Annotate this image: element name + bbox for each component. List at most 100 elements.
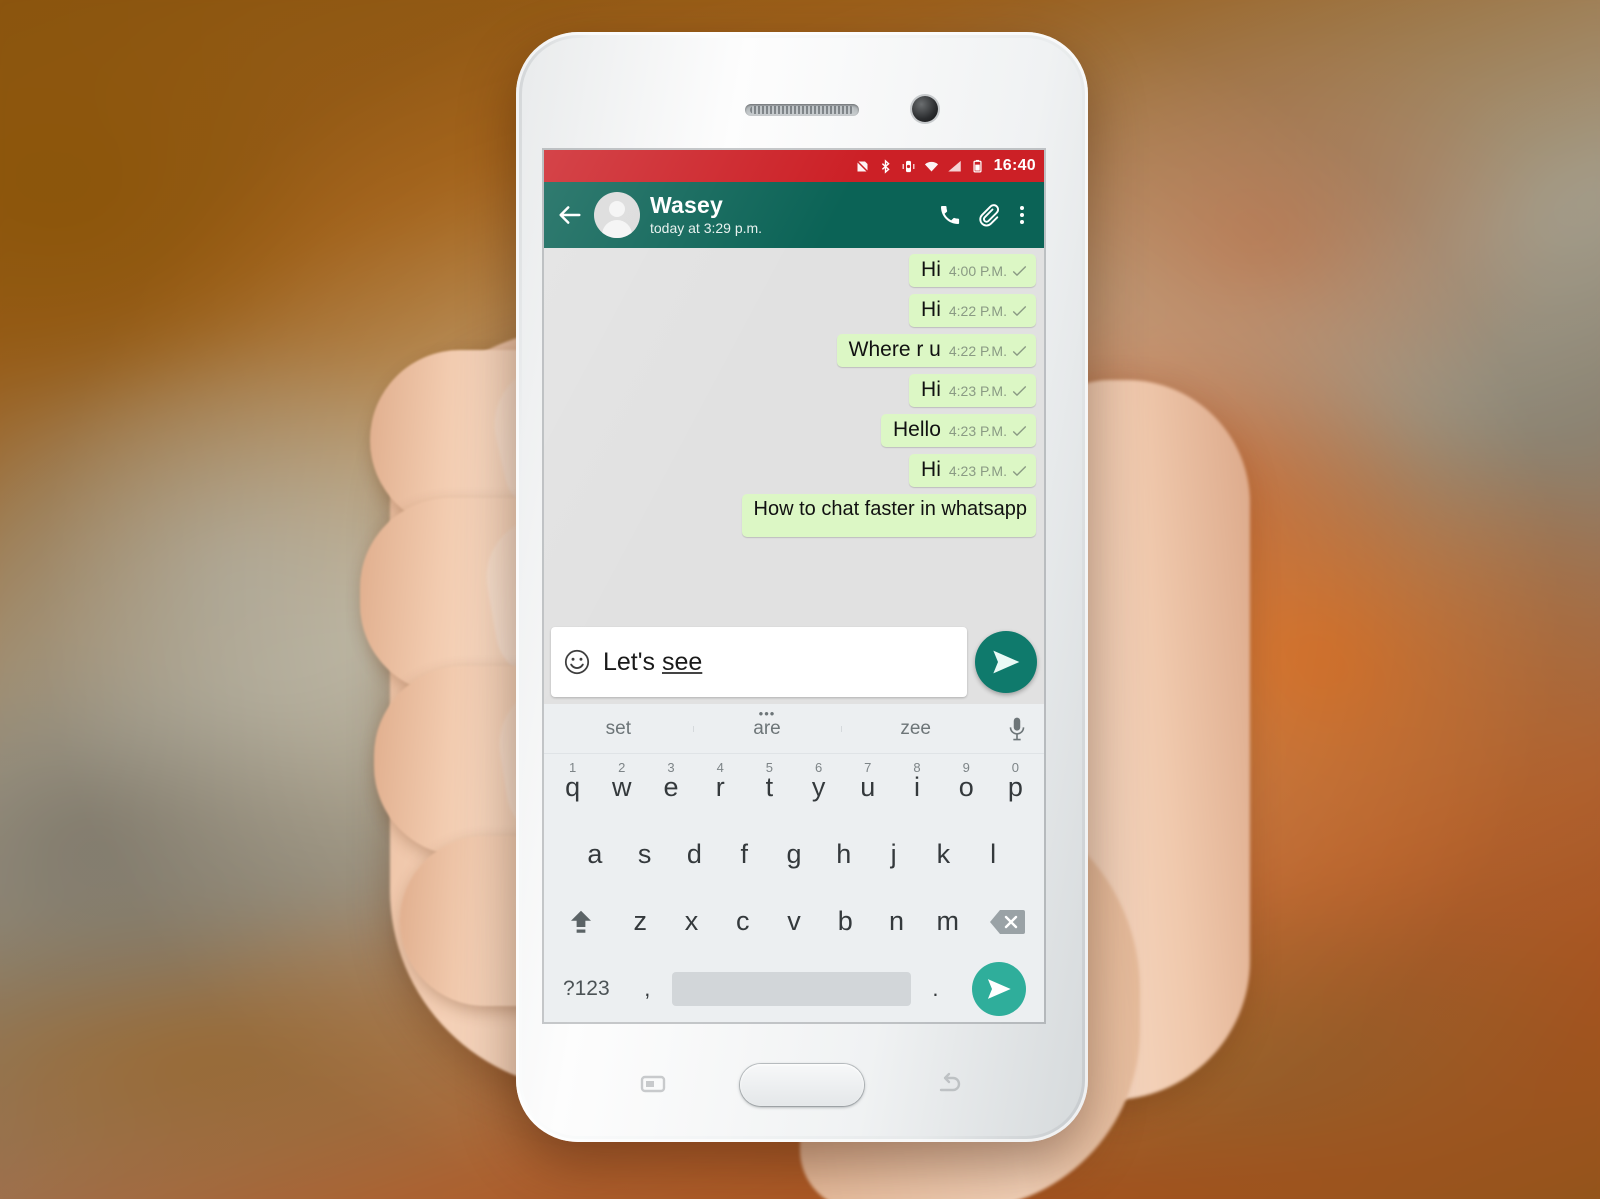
mic-button[interactable]	[990, 716, 1044, 742]
message-text: Hi	[921, 458, 941, 481]
key-a[interactable]: a	[570, 821, 620, 888]
space-key[interactable]	[672, 971, 911, 1006]
suggestion-chip[interactable]: are	[692, 718, 842, 740]
key-c[interactable]: c	[717, 888, 768, 955]
message-bubble[interactable]: Hi 4:23 P.M.	[909, 374, 1036, 407]
key-h[interactable]: h	[819, 821, 869, 888]
key-r[interactable]: 4r	[696, 754, 745, 821]
bluetooth-icon	[881, 158, 890, 174]
backspace-icon	[989, 909, 1025, 934]
message-composer: Let's see	[544, 620, 1044, 704]
key-e[interactable]: 3e	[646, 754, 695, 821]
shift-icon	[571, 910, 592, 933]
check-icon	[1012, 306, 1027, 316]
message-time: 4:23 P.M.	[948, 463, 1007, 479]
message-bubble[interactable]: Hello 4:23 P.M.	[881, 414, 1036, 447]
key-u[interactable]: 7u	[843, 754, 892, 821]
key-number: 7	[864, 760, 872, 775]
key-f[interactable]: f	[719, 821, 769, 888]
contact-name: Wasey	[650, 192, 724, 219]
microphone-icon	[1009, 717, 1025, 740]
no-sim-icon	[855, 159, 869, 173]
wifi-icon	[924, 161, 938, 171]
backspace-key[interactable]	[973, 888, 1040, 955]
message-bubble[interactable]: How to chat faster in whatsapp	[741, 494, 1036, 537]
key-j[interactable]: j	[869, 821, 919, 888]
message-bubble[interactable]: Hi 4:23 P.M.	[909, 454, 1036, 487]
key-p[interactable]: 0p	[991, 754, 1040, 821]
vibrate-icon	[902, 160, 914, 172]
keyboard-send-key[interactable]	[960, 955, 1038, 1022]
key-label: p	[1007, 772, 1023, 802]
input-underlined: see	[661, 647, 703, 676]
home-button[interactable]	[740, 1064, 864, 1106]
key-number: 8	[913, 760, 921, 775]
key-v[interactable]: v	[768, 888, 819, 955]
key-t[interactable]: 5t	[745, 754, 794, 821]
key-q[interactable]: 1q	[548, 754, 597, 821]
comma-key[interactable]: ,	[627, 955, 669, 1022]
message-meta: 4:22 P.M.	[949, 343, 1027, 359]
signal-icon	[947, 160, 961, 171]
key-k[interactable]: k	[918, 821, 968, 888]
send-round	[972, 961, 1027, 1016]
message-meta: 4:23 P.M.	[949, 463, 1027, 479]
key-w[interactable]: 2w	[597, 754, 646, 821]
message-list[interactable]: Hi 4:00 P.M. Hi 4:22 P.M. Where r u 4:22…	[544, 248, 1044, 620]
key-g[interactable]: g	[769, 821, 819, 888]
suggestion-chip[interactable]: set	[544, 718, 693, 740]
symbols-key[interactable]: ?123	[550, 955, 623, 1022]
key-label: e	[663, 772, 679, 802]
status-bar-clock: 16:40	[993, 157, 1036, 174]
period-key[interactable]: .	[915, 955, 957, 1022]
suggestion-chip[interactable]: zee	[841, 718, 990, 740]
keyboard-row-3: z x c v b n m	[544, 888, 1044, 955]
key-y[interactable]: 6y	[794, 754, 843, 821]
send-icon	[993, 650, 1020, 674]
message-bubble[interactable]: Where r u 4:22 P.M.	[836, 334, 1036, 367]
key-number: 5	[765, 760, 774, 775]
key-l[interactable]: l	[968, 821, 1018, 888]
message-bubble[interactable]: Hi 4:00 P.M.	[909, 254, 1036, 287]
key-m[interactable]: m	[922, 888, 973, 955]
message-meta: 4:23 P.M.	[949, 423, 1027, 439]
key-label: y	[811, 772, 826, 802]
recents-key-icon[interactable]	[638, 1072, 668, 1096]
overflow-menu-icon[interactable]	[1014, 206, 1030, 224]
key-label: u	[860, 772, 876, 802]
earpiece-speaker	[745, 104, 859, 116]
key-i[interactable]: 8i	[892, 754, 941, 821]
contact-avatar[interactable]	[594, 192, 640, 238]
key-z[interactable]: z	[615, 888, 666, 955]
phone-screen: 16:40 Wasey today at 3:29 p.m. Hi 4:00 P…	[544, 150, 1044, 1022]
app-bar-actions	[938, 203, 1034, 227]
send-button[interactable]	[975, 631, 1037, 693]
key-n[interactable]: n	[871, 888, 922, 955]
on-screen-keyboard[interactable]: set are zee 1q 2w 3e 4r 5t	[544, 704, 1044, 1022]
contact-info[interactable]: Wasey today at 3:29 p.m.	[650, 192, 928, 237]
message-time: 4:23 P.M.	[948, 423, 1007, 439]
send-icon	[988, 978, 1011, 999]
message-input[interactable]: Let's see	[551, 627, 967, 697]
message-input-value: Let's see	[603, 648, 702, 677]
key-x[interactable]: x	[666, 888, 717, 955]
key-d[interactable]: d	[670, 821, 720, 888]
contact-last-seen: today at 3:29 p.m.	[650, 220, 763, 237]
message-bubble[interactable]: Hi 4:22 P.M.	[909, 294, 1036, 327]
back-arrow-icon[interactable]	[556, 201, 584, 229]
key-b[interactable]: b	[820, 888, 871, 955]
message-text: Hi	[921, 298, 941, 321]
key-label: r	[715, 772, 725, 802]
message-meta: 4:22 P.M.	[949, 303, 1027, 319]
key-label: q	[565, 772, 581, 802]
shift-key[interactable]	[548, 888, 615, 955]
key-o[interactable]: 9o	[942, 754, 991, 821]
call-icon[interactable]	[938, 203, 962, 227]
key-s[interactable]: s	[620, 821, 670, 888]
smiley-icon[interactable]	[563, 648, 591, 676]
status-icons	[855, 158, 985, 174]
back-key-icon[interactable]	[936, 1072, 966, 1096]
keyboard-row-2: a s d f g h j k l	[544, 821, 1044, 888]
attach-icon[interactable]	[976, 203, 1000, 227]
check-icon	[1012, 426, 1027, 436]
